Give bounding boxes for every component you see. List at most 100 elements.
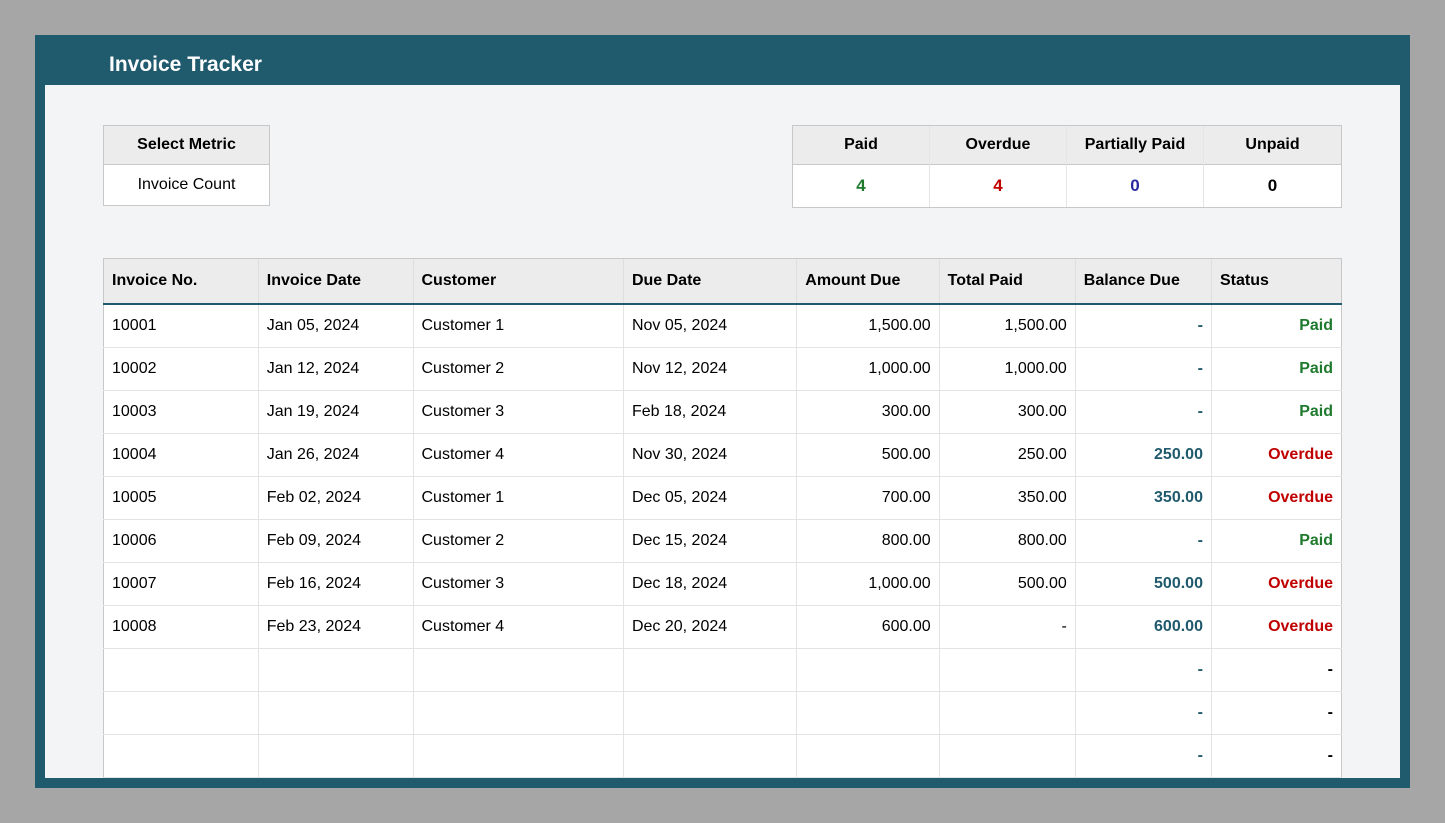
cell-amount-due: 500.00 (797, 434, 939, 477)
table-row[interactable]: 10002Jan 12, 2024Customer 2Nov 12, 20241… (104, 348, 1342, 391)
cell-invoice-date (258, 735, 413, 778)
status-value: 0 (1067, 165, 1203, 207)
cell-invoice-date: Jan 12, 2024 (258, 348, 413, 391)
cell-amount-due: 800.00 (797, 520, 939, 563)
cell-customer: Customer 4 (413, 606, 623, 649)
cell-customer (413, 735, 623, 778)
cell-due-date (623, 649, 796, 692)
cell-invoice-date: Feb 16, 2024 (258, 563, 413, 606)
status-cell: Unpaid0 (1204, 126, 1341, 207)
cell-total-paid: 1,000.00 (939, 348, 1075, 391)
cell-due-date: Nov 05, 2024 (623, 304, 796, 348)
status-value: 0 (1204, 165, 1341, 207)
status-label: Overdue (930, 126, 1066, 165)
cell-due-date: Dec 05, 2024 (623, 477, 796, 520)
cell-balance-due: - (1075, 520, 1211, 563)
cell-invoice-no: 10008 (104, 606, 259, 649)
cell-total-paid: - (939, 606, 1075, 649)
cell-balance-due: 250.00 (1075, 434, 1211, 477)
cell-due-date: Nov 12, 2024 (623, 348, 796, 391)
table-row[interactable]: -- (104, 735, 1342, 778)
cell-status: Paid (1211, 348, 1341, 391)
invoice-table: Invoice No. Invoice Date Customer Due Da… (103, 258, 1342, 778)
cell-amount-due: 300.00 (797, 391, 939, 434)
status-value: 4 (930, 165, 1066, 207)
table-row[interactable]: 10007Feb 16, 2024Customer 3Dec 18, 20241… (104, 563, 1342, 606)
table-row[interactable]: 10008Feb 23, 2024Customer 4Dec 20, 20246… (104, 606, 1342, 649)
table-body: 10001Jan 05, 2024Customer 1Nov 05, 20241… (104, 304, 1342, 778)
status-label: Unpaid (1204, 126, 1341, 165)
cell-invoice-no: 10004 (104, 434, 259, 477)
table-header-row: Invoice No. Invoice Date Customer Due Da… (104, 259, 1342, 305)
cell-total-paid (939, 692, 1075, 735)
table-row[interactable]: 10001Jan 05, 2024Customer 1Nov 05, 20241… (104, 304, 1342, 348)
cell-customer: Customer 2 (413, 348, 623, 391)
cell-balance-due: - (1075, 348, 1211, 391)
status-value: 4 (793, 165, 929, 207)
metric-value[interactable]: Invoice Count (104, 165, 269, 205)
cell-due-date: Nov 30, 2024 (623, 434, 796, 477)
cell-due-date: Dec 20, 2024 (623, 606, 796, 649)
status-label: Paid (793, 126, 929, 165)
cell-invoice-date: Feb 09, 2024 (258, 520, 413, 563)
cell-balance-due: 500.00 (1075, 563, 1211, 606)
table-row[interactable]: 10006Feb 09, 2024Customer 2Dec 15, 20248… (104, 520, 1342, 563)
cell-status: Paid (1211, 391, 1341, 434)
cell-status: Overdue (1211, 606, 1341, 649)
cell-total-paid: 300.00 (939, 391, 1075, 434)
cell-amount-due (797, 735, 939, 778)
page-title: Invoice Tracker (109, 53, 262, 77)
cell-customer: Customer 1 (413, 477, 623, 520)
content-area: Select Metric Invoice Count Paid4Overdue… (45, 85, 1400, 778)
cell-status: Overdue (1211, 563, 1341, 606)
cell-invoice-date: Jan 19, 2024 (258, 391, 413, 434)
table-row[interactable]: -- (104, 649, 1342, 692)
metric-label: Select Metric (104, 126, 269, 165)
cell-invoice-date: Jan 05, 2024 (258, 304, 413, 348)
cell-amount-due (797, 692, 939, 735)
table-row[interactable]: 10003Jan 19, 2024Customer 3Feb 18, 20243… (104, 391, 1342, 434)
cell-invoice-date (258, 649, 413, 692)
col-header-status: Status (1211, 259, 1341, 305)
cell-amount-due: 1,000.00 (797, 348, 939, 391)
col-header-invoice-no: Invoice No. (104, 259, 259, 305)
table-row[interactable]: 10005Feb 02, 2024Customer 1Dec 05, 20247… (104, 477, 1342, 520)
table-row[interactable]: -- (104, 692, 1342, 735)
cell-invoice-no: 10001 (104, 304, 259, 348)
metric-selector: Select Metric Invoice Count (103, 125, 270, 206)
status-cell: Overdue4 (930, 126, 1067, 207)
cell-invoice-no: 10002 (104, 348, 259, 391)
cell-amount-due: 1,000.00 (797, 563, 939, 606)
cell-status: Paid (1211, 304, 1341, 348)
cell-balance-due: 350.00 (1075, 477, 1211, 520)
cell-invoice-no: 10003 (104, 391, 259, 434)
cell-customer: Customer 3 (413, 391, 623, 434)
cell-invoice-no: 10006 (104, 520, 259, 563)
cell-balance-due: 600.00 (1075, 606, 1211, 649)
cell-due-date (623, 735, 796, 778)
table-row[interactable]: 10004Jan 26, 2024Customer 4Nov 30, 20245… (104, 434, 1342, 477)
col-header-invoice-date: Invoice Date (258, 259, 413, 305)
cell-status: - (1211, 692, 1341, 735)
cell-invoice-no (104, 692, 259, 735)
cell-total-paid: 800.00 (939, 520, 1075, 563)
cell-balance-due: - (1075, 735, 1211, 778)
cell-invoice-no (104, 735, 259, 778)
cell-customer: Customer 2 (413, 520, 623, 563)
cell-total-paid (939, 649, 1075, 692)
cell-invoice-no: 10005 (104, 477, 259, 520)
col-header-customer: Customer (413, 259, 623, 305)
cell-invoice-date: Jan 26, 2024 (258, 434, 413, 477)
col-header-due-date: Due Date (623, 259, 796, 305)
cell-customer: Customer 4 (413, 434, 623, 477)
cell-due-date: Dec 18, 2024 (623, 563, 796, 606)
cell-due-date: Dec 15, 2024 (623, 520, 796, 563)
cell-total-paid (939, 735, 1075, 778)
cell-customer: Customer 1 (413, 304, 623, 348)
page-frame: Invoice Tracker Select Metric Invoice Co… (35, 35, 1410, 788)
cell-status: Overdue (1211, 477, 1341, 520)
status-summary: Paid4Overdue4Partially Paid0Unpaid0 (792, 125, 1342, 208)
cell-status: - (1211, 735, 1341, 778)
col-header-total-paid: Total Paid (939, 259, 1075, 305)
cell-total-paid: 500.00 (939, 563, 1075, 606)
